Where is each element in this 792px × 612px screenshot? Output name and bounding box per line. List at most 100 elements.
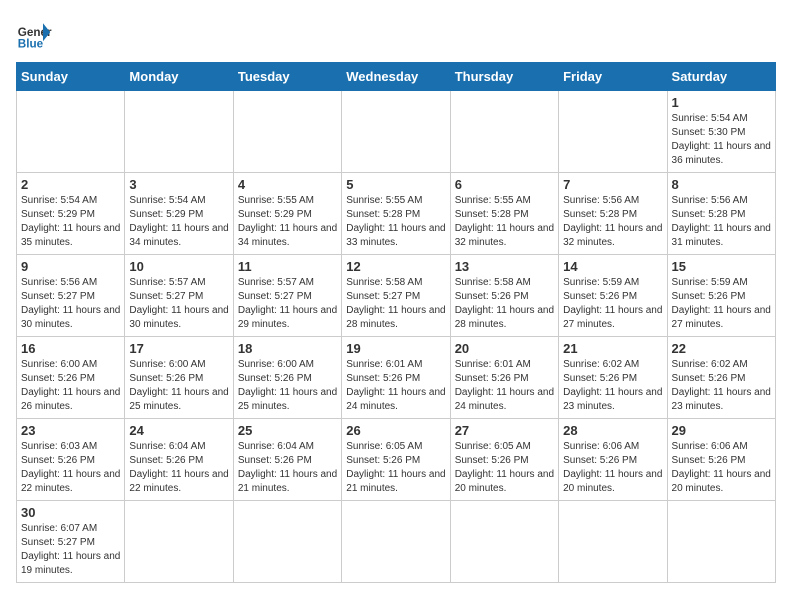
day-number: 15: [672, 259, 771, 274]
weekday-header: Wednesday: [342, 63, 450, 91]
day-number: 14: [563, 259, 662, 274]
day-info: Sunrise: 6:06 AM Sunset: 5:26 PM Dayligh…: [563, 440, 662, 496]
day-info: Sunrise: 6:00 AM Sunset: 5:26 PM Dayligh…: [21, 358, 120, 414]
calendar-cell: [125, 501, 233, 583]
day-info: Sunrise: 5:55 AM Sunset: 5:28 PM Dayligh…: [346, 194, 445, 250]
calendar-cell: 25Sunrise: 6:04 AM Sunset: 5:26 PM Dayli…: [233, 419, 341, 501]
day-info: Sunrise: 5:56 AM Sunset: 5:27 PM Dayligh…: [21, 276, 120, 332]
day-info: Sunrise: 6:04 AM Sunset: 5:26 PM Dayligh…: [129, 440, 228, 496]
day-info: Sunrise: 5:57 AM Sunset: 5:27 PM Dayligh…: [129, 276, 228, 332]
day-number: 1: [672, 95, 771, 110]
weekday-header: Saturday: [667, 63, 775, 91]
calendar-cell: 14 Sunrise: 5:59 AM Sunset: 5:26 PM Dayli…: [559, 255, 667, 337]
day-info: Sunrise: 5:57 AM Sunset: 5:27 PM Dayligh…: [238, 276, 337, 332]
day-info: Sunrise: 6:01 AM Sunset: 5:26 PM Dayligh…: [346, 358, 445, 414]
calendar-cell: 21Sunrise: 6:02 AM Sunset: 5:26 PM Dayli…: [559, 337, 667, 419]
calendar-cell: 22Sunrise: 6:02 AM Sunset: 5:26 PM Dayli…: [667, 337, 775, 419]
page-header: General Blue: [16, 16, 776, 52]
day-info: Sunrise: 6:04 AM Sunset: 5:26 PM Dayligh…: [238, 440, 337, 496]
day-number: 9: [21, 259, 120, 274]
day-info: Sunrise: 6:01 AM Sunset: 5:26 PM Dayligh…: [455, 358, 554, 414]
calendar-cell: 28 Sunrise: 6:06 AM Sunset: 5:26 PM Dayli…: [559, 419, 667, 501]
day-number: 24: [129, 423, 228, 438]
calendar-cell: [125, 91, 233, 173]
calendar-cell: 26 Sunrise: 6:05 AM Sunset: 5:26 PM Dayli…: [342, 419, 450, 501]
calendar-cell: 15 Sunrise: 5:59 AM Sunset: 5:26 PM Dayli…: [667, 255, 775, 337]
calendar-cell: 11 Sunrise: 5:57 AM Sunset: 5:27 PM Dayli…: [233, 255, 341, 337]
calendar-cell: 29 Sunrise: 6:06 AM Sunset: 5:26 PM Dayli…: [667, 419, 775, 501]
calendar-cell: [17, 91, 125, 173]
day-number: 28: [563, 423, 662, 438]
day-info: Sunrise: 5:59 AM Sunset: 5:26 PM Dayligh…: [672, 276, 771, 332]
day-number: 6: [455, 177, 554, 192]
calendar-cell: 10Sunrise: 5:57 AM Sunset: 5:27 PM Dayli…: [125, 255, 233, 337]
day-info: Sunrise: 6:02 AM Sunset: 5:26 PM Dayligh…: [563, 358, 662, 414]
weekday-header: Friday: [559, 63, 667, 91]
day-number: 13: [455, 259, 554, 274]
calendar-header: SundayMondayTuesdayWednesdayThursdayFrid…: [17, 63, 776, 91]
day-number: 23: [21, 423, 120, 438]
calendar-cell: [667, 501, 775, 583]
day-info: Sunrise: 5:54 AM Sunset: 5:30 PM Dayligh…: [672, 112, 771, 168]
calendar-cell: 6 Sunrise: 5:55 AM Sunset: 5:28 PM Daylig…: [450, 173, 558, 255]
day-info: Sunrise: 5:56 AM Sunset: 5:28 PM Dayligh…: [672, 194, 771, 250]
calendar-cell: 19Sunrise: 6:01 AM Sunset: 5:26 PM Dayli…: [342, 337, 450, 419]
day-number: 5: [346, 177, 445, 192]
calendar-week-row: 16Sunrise: 6:00 AM Sunset: 5:26 PM Dayli…: [17, 337, 776, 419]
day-number: 29: [672, 423, 771, 438]
calendar-cell: [559, 91, 667, 173]
day-number: 18: [238, 341, 337, 356]
day-number: 3: [129, 177, 228, 192]
day-number: 30: [21, 505, 120, 520]
day-info: Sunrise: 6:05 AM Sunset: 5:26 PM Dayligh…: [346, 440, 445, 496]
calendar-week-row: 30 Sunrise: 6:07 AM Sunset: 5:27 PM Dayli…: [17, 501, 776, 583]
weekday-header: Monday: [125, 63, 233, 91]
day-info: Sunrise: 5:59 AM Sunset: 5:26 PM Dayligh…: [563, 276, 662, 332]
weekday-header: Thursday: [450, 63, 558, 91]
day-info: Sunrise: 6:05 AM Sunset: 5:26 PM Dayligh…: [455, 440, 554, 496]
logo: General Blue: [16, 16, 58, 52]
day-info: Sunrise: 5:55 AM Sunset: 5:28 PM Dayligh…: [455, 194, 554, 250]
calendar-cell: 30 Sunrise: 6:07 AM Sunset: 5:27 PM Dayli…: [17, 501, 125, 583]
calendar-cell: [559, 501, 667, 583]
calendar-cell: [233, 501, 341, 583]
day-number: 22: [672, 341, 771, 356]
day-number: 4: [238, 177, 337, 192]
day-number: 17: [129, 341, 228, 356]
weekday-header: Tuesday: [233, 63, 341, 91]
calendar-cell: [342, 91, 450, 173]
day-info: Sunrise: 6:06 AM Sunset: 5:26 PM Dayligh…: [672, 440, 771, 496]
day-info: Sunrise: 5:54 AM Sunset: 5:29 PM Dayligh…: [129, 194, 228, 250]
calendar-cell: [233, 91, 341, 173]
day-info: Sunrise: 6:00 AM Sunset: 5:26 PM Dayligh…: [129, 358, 228, 414]
day-info: Sunrise: 5:56 AM Sunset: 5:28 PM Dayligh…: [563, 194, 662, 250]
calendar-cell: 1 Sunrise: 5:54 AM Sunset: 5:30 PM Daylig…: [667, 91, 775, 173]
calendar-cell: 17 Sunrise: 6:00 AM Sunset: 5:26 PM Dayli…: [125, 337, 233, 419]
day-info: Sunrise: 6:00 AM Sunset: 5:26 PM Dayligh…: [238, 358, 337, 414]
calendar-cell: 16Sunrise: 6:00 AM Sunset: 5:26 PM Dayli…: [17, 337, 125, 419]
calendar-week-row: 1 Sunrise: 5:54 AM Sunset: 5:30 PM Daylig…: [17, 91, 776, 173]
day-info: Sunrise: 6:07 AM Sunset: 5:27 PM Dayligh…: [21, 522, 120, 578]
calendar-cell: 24 Sunrise: 6:04 AM Sunset: 5:26 PM Dayli…: [125, 419, 233, 501]
day-number: 12: [346, 259, 445, 274]
calendar-cell: [450, 91, 558, 173]
calendar-cell: 5 Sunrise: 5:55 AM Sunset: 5:28 PM Daylig…: [342, 173, 450, 255]
calendar-cell: 23 Sunrise: 6:03 AM Sunset: 5:26 PM Dayli…: [17, 419, 125, 501]
calendar-cell: [342, 501, 450, 583]
calendar-week-row: 9 Sunrise: 5:56 AM Sunset: 5:27 PM Daylig…: [17, 255, 776, 337]
day-number: 20: [455, 341, 554, 356]
calendar-cell: 27Sunrise: 6:05 AM Sunset: 5:26 PM Dayli…: [450, 419, 558, 501]
calendar-cell: 18 Sunrise: 6:00 AM Sunset: 5:26 PM Dayli…: [233, 337, 341, 419]
calendar-body: 1 Sunrise: 5:54 AM Sunset: 5:30 PM Daylig…: [17, 91, 776, 583]
calendar-cell: 3 Sunrise: 5:54 AM Sunset: 5:29 PM Daylig…: [125, 173, 233, 255]
calendar-cell: 13Sunrise: 5:58 AM Sunset: 5:26 PM Dayli…: [450, 255, 558, 337]
day-number: 7: [563, 177, 662, 192]
calendar-cell: 9 Sunrise: 5:56 AM Sunset: 5:27 PM Daylig…: [17, 255, 125, 337]
calendar-cell: 7 Sunrise: 5:56 AM Sunset: 5:28 PM Daylig…: [559, 173, 667, 255]
svg-text:Blue: Blue: [18, 38, 44, 51]
day-info: Sunrise: 6:03 AM Sunset: 5:26 PM Dayligh…: [21, 440, 120, 496]
day-number: 26: [346, 423, 445, 438]
weekday-row: SundayMondayTuesdayWednesdayThursdayFrid…: [17, 63, 776, 91]
day-number: 11: [238, 259, 337, 274]
day-number: 2: [21, 177, 120, 192]
